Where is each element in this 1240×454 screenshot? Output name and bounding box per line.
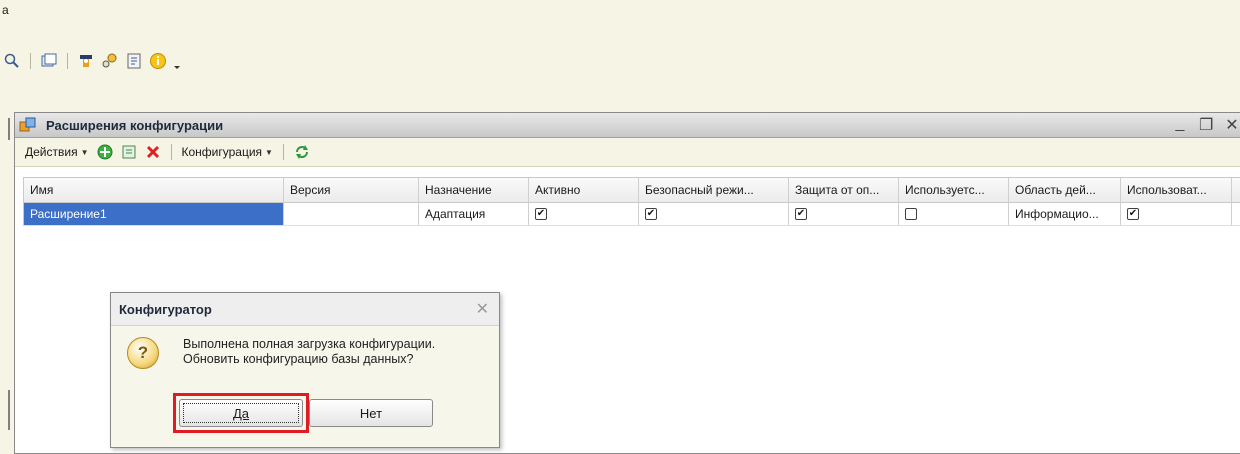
window-icon[interactable] bbox=[40, 52, 58, 70]
search-icon[interactable] bbox=[3, 52, 21, 70]
delete-icon[interactable] bbox=[144, 143, 162, 161]
find-icon[interactable] bbox=[101, 52, 119, 70]
column-header-name[interactable]: Имя bbox=[24, 178, 284, 202]
active-checkbox[interactable]: ✔ bbox=[535, 208, 547, 220]
dialog-titlebar[interactable]: Конфигуратор bbox=[111, 293, 499, 326]
cell-safe-mode[interactable]: ✔ bbox=[639, 203, 789, 225]
cell-used[interactable] bbox=[899, 203, 1009, 225]
dialog-title: Конфигуратор bbox=[119, 301, 212, 317]
notes-icon[interactable] bbox=[125, 52, 143, 70]
edit-icon[interactable] bbox=[120, 143, 138, 161]
cell-protection[interactable]: ✔ bbox=[789, 203, 899, 225]
toolbar-separator bbox=[282, 144, 284, 160]
wizard-icon[interactable] bbox=[77, 52, 95, 70]
cell-name[interactable]: Расширение1 bbox=[24, 203, 284, 225]
column-header-scope[interactable]: Область дей... bbox=[1009, 178, 1121, 202]
cell-version[interactable] bbox=[284, 203, 419, 225]
no-button-label: Нет bbox=[359, 405, 383, 421]
extensions-table: Имя Версия Назначение Активно Безопасный… bbox=[23, 177, 1240, 226]
add-icon[interactable] bbox=[96, 143, 114, 161]
table-row[interactable]: Расширение1 Адаптация ✔ ✔ ✔ Информацио..… bbox=[23, 203, 1240, 226]
toolbar-separator bbox=[170, 144, 172, 160]
close-icon[interactable]: ✕ bbox=[476, 299, 489, 319]
mdi-border-fragment bbox=[8, 118, 10, 140]
restore-icon[interactable]: ❐ bbox=[1199, 115, 1213, 135]
column-header-purpose[interactable]: Назначение bbox=[419, 178, 529, 202]
question-icon: ? bbox=[127, 337, 159, 369]
protection-checkbox[interactable]: ✔ bbox=[795, 208, 807, 220]
yes-button-label: Да bbox=[232, 405, 250, 421]
column-header-user-data[interactable]: Использоват... bbox=[1121, 178, 1232, 202]
table-header: Имя Версия Назначение Активно Безопасный… bbox=[23, 177, 1240, 203]
actions-label: Действия bbox=[25, 145, 78, 159]
cell-scope[interactable]: Информацио... bbox=[1009, 203, 1121, 225]
chevron-down-icon: ▼ bbox=[80, 147, 89, 157]
actions-menu-button[interactable]: Действия ▼ bbox=[21, 142, 93, 162]
dialog-body: ? Выполнена полная загрузка конфигурации… bbox=[127, 337, 435, 369]
window-titlebar[interactable]: Расширения конфигурации _ ❐ ✕ bbox=[15, 113, 1240, 138]
toolbar-separator bbox=[67, 53, 68, 69]
user-data-checkbox[interactable]: ✔ bbox=[1127, 208, 1139, 220]
column-header-safe-mode[interactable]: Безопасный режи... bbox=[639, 178, 789, 202]
column-header-protection[interactable]: Защита от оп... bbox=[789, 178, 899, 202]
window-title: Расширения конфигурации bbox=[46, 117, 224, 133]
dialog-message-line2: Обновить конфигурацию базы данных? bbox=[183, 352, 414, 366]
cell-purpose[interactable]: Адаптация bbox=[419, 203, 529, 225]
dialog-message-line1: Выполнена полная загрузка конфигурации. bbox=[183, 337, 436, 351]
form-toolbar: Действия ▼ Конфигурация ▼ bbox=[15, 138, 1240, 167]
cell-active[interactable]: ✔ bbox=[529, 203, 639, 225]
column-header-version[interactable]: Версия bbox=[284, 178, 419, 202]
yes-button[interactable]: Да bbox=[179, 399, 303, 427]
column-header-used[interactable]: Используетс... bbox=[899, 178, 1009, 202]
column-header-active[interactable]: Активно bbox=[529, 178, 639, 202]
toolbar-separator bbox=[30, 53, 31, 69]
safe-mode-checkbox[interactable]: ✔ bbox=[645, 208, 657, 220]
dropdown-caret-icon[interactable] bbox=[173, 52, 181, 70]
no-button[interactable]: Нет bbox=[309, 399, 433, 427]
refresh-icon[interactable] bbox=[293, 143, 311, 161]
info-icon[interactable] bbox=[149, 52, 167, 70]
menu-fragment[interactable]: а bbox=[0, 0, 9, 20]
close-icon[interactable]: ✕ bbox=[1225, 115, 1239, 135]
chevron-down-icon: ▼ bbox=[265, 147, 273, 157]
used-checkbox[interactable] bbox=[905, 208, 917, 220]
mdi-border-fragment bbox=[8, 390, 10, 430]
dialog-message: Выполнена полная загрузка конфигурации. … bbox=[183, 337, 435, 369]
extensions-icon bbox=[19, 116, 37, 134]
configuration-label: Конфигурация bbox=[181, 145, 263, 159]
cell-user-data[interactable]: ✔ bbox=[1121, 203, 1232, 225]
confirm-dialog: Конфигуратор ✕ ? Выполнена полная загруз… bbox=[110, 292, 500, 448]
minimize-icon[interactable]: _ bbox=[1173, 115, 1187, 135]
configuration-menu-button[interactable]: Конфигурация ▼ bbox=[178, 142, 277, 162]
main-toolbar bbox=[0, 48, 184, 74]
